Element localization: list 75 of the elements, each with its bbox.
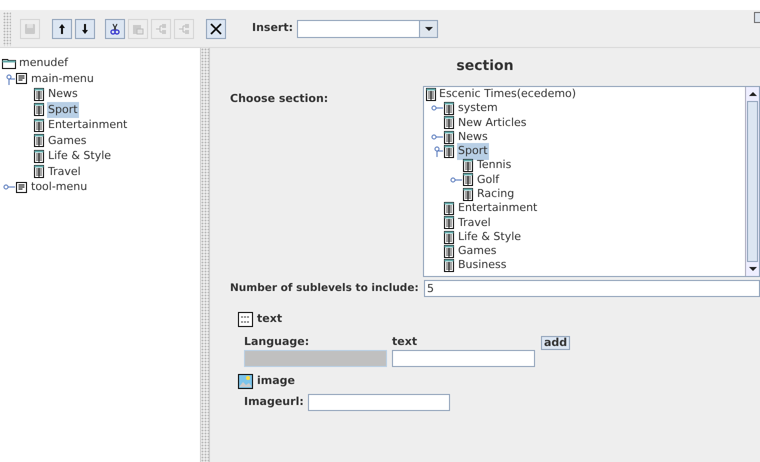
scissors-icon: [109, 22, 121, 34]
section-icon: [463, 173, 473, 186]
tree-item[interactable]: Tennis: [476, 157, 512, 174]
group-title: image: [257, 373, 295, 389]
section-icon: [444, 230, 454, 244]
add-button[interactable]: add: [541, 336, 570, 350]
tree-item[interactable]: News: [47, 86, 79, 102]
field-label: Language:: [244, 334, 310, 350]
tree-item[interactable]: Entertainment: [457, 200, 538, 217]
section-icon: [34, 88, 44, 101]
up-button[interactable]: [52, 18, 72, 38]
section-icon: [444, 244, 454, 258]
delete-button[interactable]: [206, 18, 226, 38]
tree-structure-icon: [155, 22, 167, 34]
field-label: text: [392, 334, 418, 350]
text-type-icon: [238, 312, 253, 327]
tree-item[interactable]: system: [457, 100, 499, 117]
tree-item[interactable]: tool-menu: [30, 179, 88, 196]
scrollbar[interactable]: [745, 87, 759, 276]
toolbar-grip[interactable]: [3, 12, 11, 46]
tree-item[interactable]: New Articles: [457, 114, 528, 131]
tree-item[interactable]: Games: [457, 243, 498, 260]
section-icon: [34, 103, 44, 116]
tree-item[interactable]: main-menu: [30, 70, 95, 87]
section-icon: [34, 118, 44, 132]
group-title: text: [257, 311, 282, 327]
document-lines-icon: [16, 182, 27, 193]
close-button[interactable]: [754, 12, 760, 23]
tree-item[interactable]: Life & Style: [47, 148, 112, 164]
insert-dropdown[interactable]: [297, 20, 438, 38]
field-label: Choose section:: [230, 91, 330, 107]
section-icon: [444, 130, 454, 144]
section-icon: [444, 259, 454, 272]
tree-item[interactable]: Sport: [47, 102, 79, 118]
tree-root[interactable]: Escenic Times(ecedemo): [439, 87, 576, 102]
field-label: Number of sublevels to include:: [230, 280, 420, 296]
cut-button[interactable]: [105, 18, 125, 38]
tree-item[interactable]: Travel: [47, 164, 82, 180]
section-icon: [444, 116, 454, 130]
splitter[interactable]: [200, 48, 210, 462]
tree-item[interactable]: Entertainment: [47, 117, 128, 134]
document-lines-icon: [16, 73, 27, 84]
tree-root[interactable]: menudef: [19, 55, 68, 72]
up-arrow-icon: [56, 22, 68, 34]
image-type-icon: [238, 374, 253, 389]
text-input[interactable]: [392, 350, 535, 367]
section-icon: [463, 188, 473, 201]
tree-item[interactable]: News: [457, 128, 489, 146]
tree-item[interactable]: Games: [47, 132, 88, 149]
clipboard-icon: [132, 22, 144, 34]
down-button[interactable]: [75, 18, 95, 38]
section-icon: [34, 165, 44, 178]
section-icon: [34, 134, 44, 148]
section-title: section: [455, 57, 515, 76]
section-icon: [444, 144, 454, 158]
caret-icon: [424, 26, 433, 30]
tree-item[interactable]: Racing: [476, 186, 516, 202]
language-field[interactable]: [244, 350, 387, 367]
section-icon: [444, 102, 454, 115]
tree-item[interactable]: Sport: [457, 143, 489, 160]
image-url-input[interactable]: [308, 394, 450, 410]
close-x-icon: [210, 22, 222, 34]
insert-label: Insert:: [252, 20, 294, 36]
section-icon: [444, 202, 454, 216]
tree-structure-icon: [178, 22, 190, 34]
sublevels-input[interactable]: 5: [424, 280, 760, 297]
down-arrow-icon: [79, 22, 91, 34]
tree-item[interactable]: Travel: [457, 214, 492, 232]
section-icon: [463, 159, 473, 172]
field-label: Imageurl:: [244, 394, 304, 410]
section-icon: [34, 150, 44, 163]
tree-item[interactable]: Business: [457, 257, 508, 274]
tree-item[interactable]: Life & Style: [457, 228, 522, 246]
section-icon: [444, 216, 454, 230]
tree-item[interactable]: Golf: [476, 172, 500, 188]
